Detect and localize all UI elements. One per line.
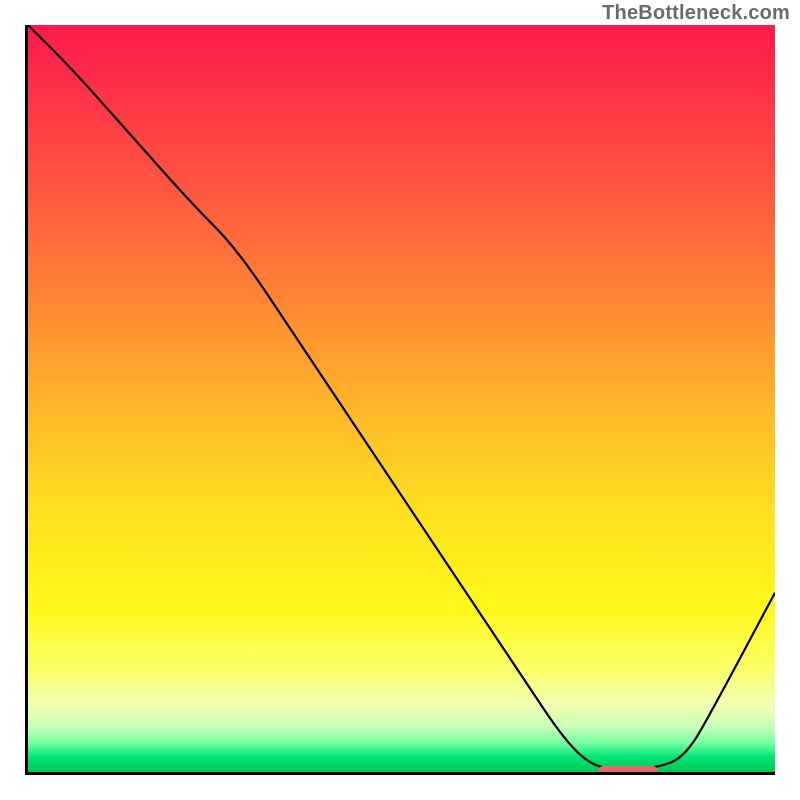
bottleneck-curve xyxy=(28,25,775,768)
chart-frame: TheBottleneck.com xyxy=(0,0,800,800)
curve-svg xyxy=(28,25,775,772)
watermark-text: TheBottleneck.com xyxy=(602,2,790,25)
plot-area xyxy=(25,25,775,775)
optimal-range-marker xyxy=(598,766,658,775)
